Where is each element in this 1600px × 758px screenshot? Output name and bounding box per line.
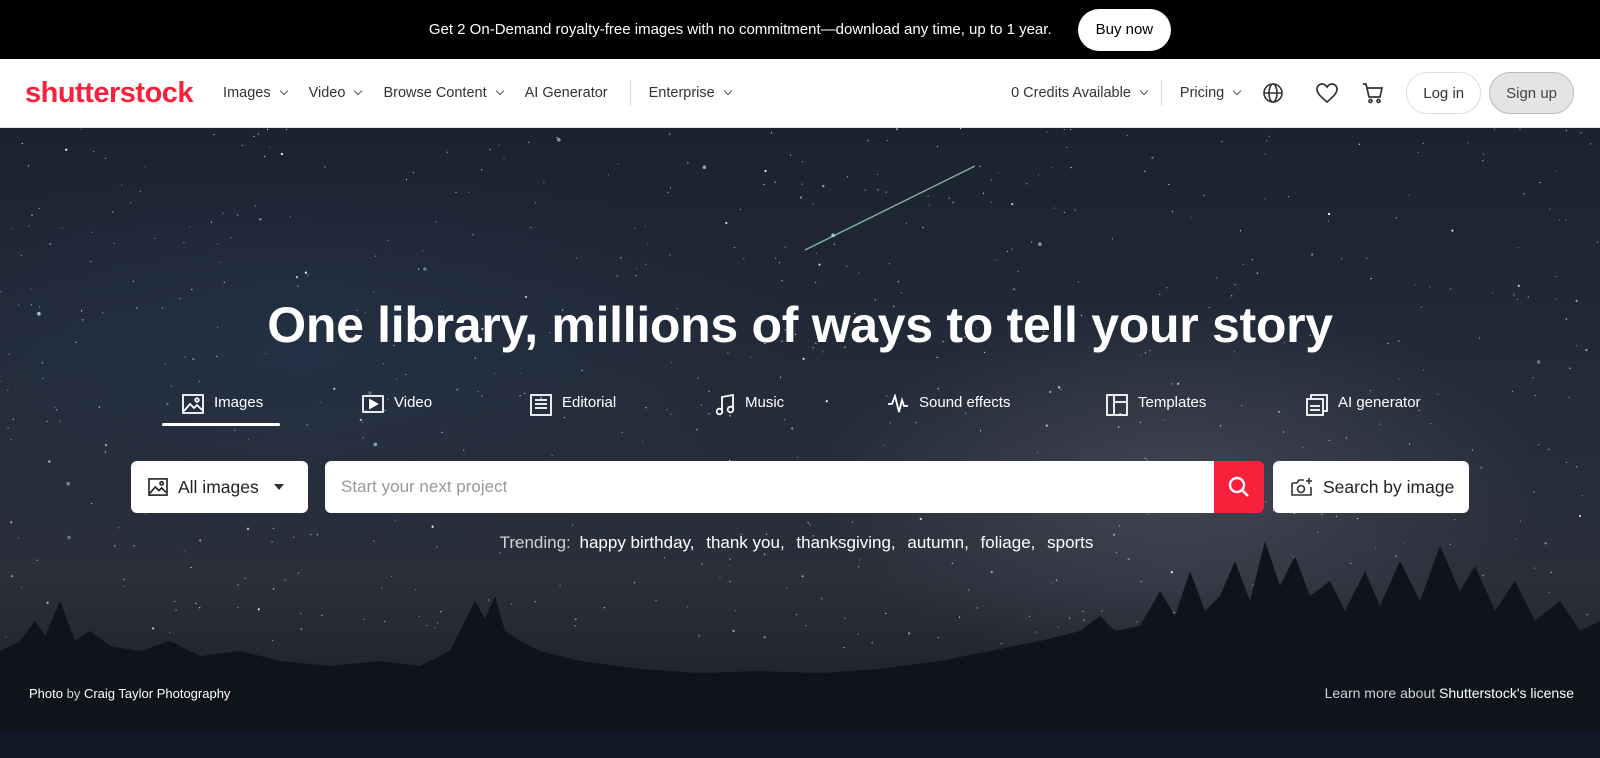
editorial-icon [530,394,552,416]
image-icon [148,478,168,496]
trending-link[interactable]: autumn, [907,533,968,552]
chevron-down-icon [723,86,732,96]
hero: One library, millions of ways to tell yo… [0,128,1600,731]
credits-label: 0 Credits Available [1011,85,1131,101]
trending-label: Trending: [499,533,571,552]
heart-icon[interactable] [1314,80,1340,106]
chevron-down-icon [1139,86,1149,96]
chevron-down-icon [495,86,504,96]
nav-enterprise-label: Enterprise [648,85,715,101]
nav-browse-content-label: Browse Content [383,85,487,101]
buy-now-button[interactable]: Buy now [1077,8,1172,51]
trending-link[interactable]: thank you, [706,533,784,552]
trending-link[interactable]: happy birthday, [580,533,695,552]
nav-divider [1160,80,1162,106]
nav-left: Images Video Browse Content AI Generator… [223,59,753,127]
tab-sound-effects-label: Sound effects [919,394,1011,411]
nav-browse-content[interactable]: Browse Content [383,85,504,101]
tab-ai-generator[interactable]: AI generator [1306,386,1421,426]
photo-credit: Photo by Craig Taylor Photography [29,686,230,701]
waveform-icon [888,394,908,413]
cart-icon[interactable] [1360,80,1386,106]
image-type-dropdown[interactable]: All images [131,461,308,513]
photo-credit-prefix: Photo [29,686,63,701]
nav-ai-generator[interactable]: AI Generator [525,85,608,101]
tab-templates[interactable]: Templates [1106,386,1206,426]
tab-video-label: Video [394,394,433,411]
music-icon [715,394,735,416]
tab-templates-label: Templates [1138,394,1207,411]
pricing-label: Pricing [1179,85,1225,101]
caret-down-icon [274,484,284,490]
tab-ai-generator-label: AI generator [1338,394,1421,411]
top-nav: shutterstock Images Video Browse Content… [0,59,1600,128]
license-link[interactable]: Shutterstock's license [1439,685,1574,701]
trending-link[interactable]: foliage, [981,533,1036,552]
media-type-tabs: Images Video Editorial Music Sound effec… [162,386,1432,426]
search-button[interactable] [1214,461,1264,513]
tab-music-label: Music [745,394,785,411]
image-icon [182,394,204,414]
meteor-streak [804,165,976,251]
nav-enterprise[interactable]: Enterprise [648,85,732,101]
tab-video[interactable]: Video [362,386,432,426]
video-icon [362,395,384,413]
tab-music[interactable]: Music [715,386,784,426]
license-prefix: Learn more about [1324,685,1436,701]
sign-up-button[interactable]: Sign up [1489,72,1574,114]
log-in-button[interactable]: Log in [1406,72,1482,114]
search-icon [1228,476,1249,497]
tab-editorial[interactable]: Editorial [530,386,616,426]
nav-ai-generator-label: AI Generator [524,85,608,101]
nav-images-label: Images [223,85,271,101]
image-type-label: All images [178,476,259,497]
tab-editorial-label: Editorial [562,394,617,411]
ai-generator-icon [1306,394,1328,416]
search-by-image-button[interactable]: Search by image [1273,461,1469,513]
nav-video[interactable]: Video [308,85,363,101]
globe-icon[interactable] [1260,80,1286,106]
pricing-dropdown[interactable]: Pricing [1179,85,1242,101]
tab-images[interactable]: Images [162,386,280,426]
shutterstock-logo[interactable]: shutterstock [25,77,194,110]
bottom-strip [0,731,1600,758]
search-input[interactable] [325,461,1214,513]
chevron-down-icon [1233,86,1242,96]
promo-bar: Get 2 On-Demand royalty-free images with… [0,0,1600,59]
search-by-image-label: Search by image [1323,476,1455,497]
chevron-down-icon [279,86,288,96]
photo-credit-name[interactable]: Craig Taylor Photography [84,686,230,701]
trending-link[interactable]: sports [1047,533,1093,552]
templates-icon [1106,394,1128,416]
promo-text: Get 2 On-Demand royalty-free images with… [428,21,1052,38]
nav-right: 0 Credits Available Pricing Log in Sign … [1011,59,1600,127]
photo-credit-by: by [66,686,81,701]
trending-searches: Trending: happy birthday, thank you, tha… [0,533,1600,553]
nav-images[interactable]: Images [223,85,288,101]
nav-divider [629,80,631,106]
tab-sound-effects[interactable]: Sound effects [887,386,1010,426]
camera-plus-icon [1291,478,1312,496]
chevron-down-icon [354,86,363,96]
nav-video-label: Video [308,85,346,101]
credits-dropdown[interactable]: 0 Credits Available [1011,85,1149,101]
trending-link[interactable]: thanksgiving, [796,533,895,552]
tab-images-label: Images [214,394,264,411]
license-note: Learn more about Shutterstock's license [1325,685,1574,701]
hero-title: One library, millions of ways to tell yo… [267,297,1333,353]
search-box [325,461,1214,513]
